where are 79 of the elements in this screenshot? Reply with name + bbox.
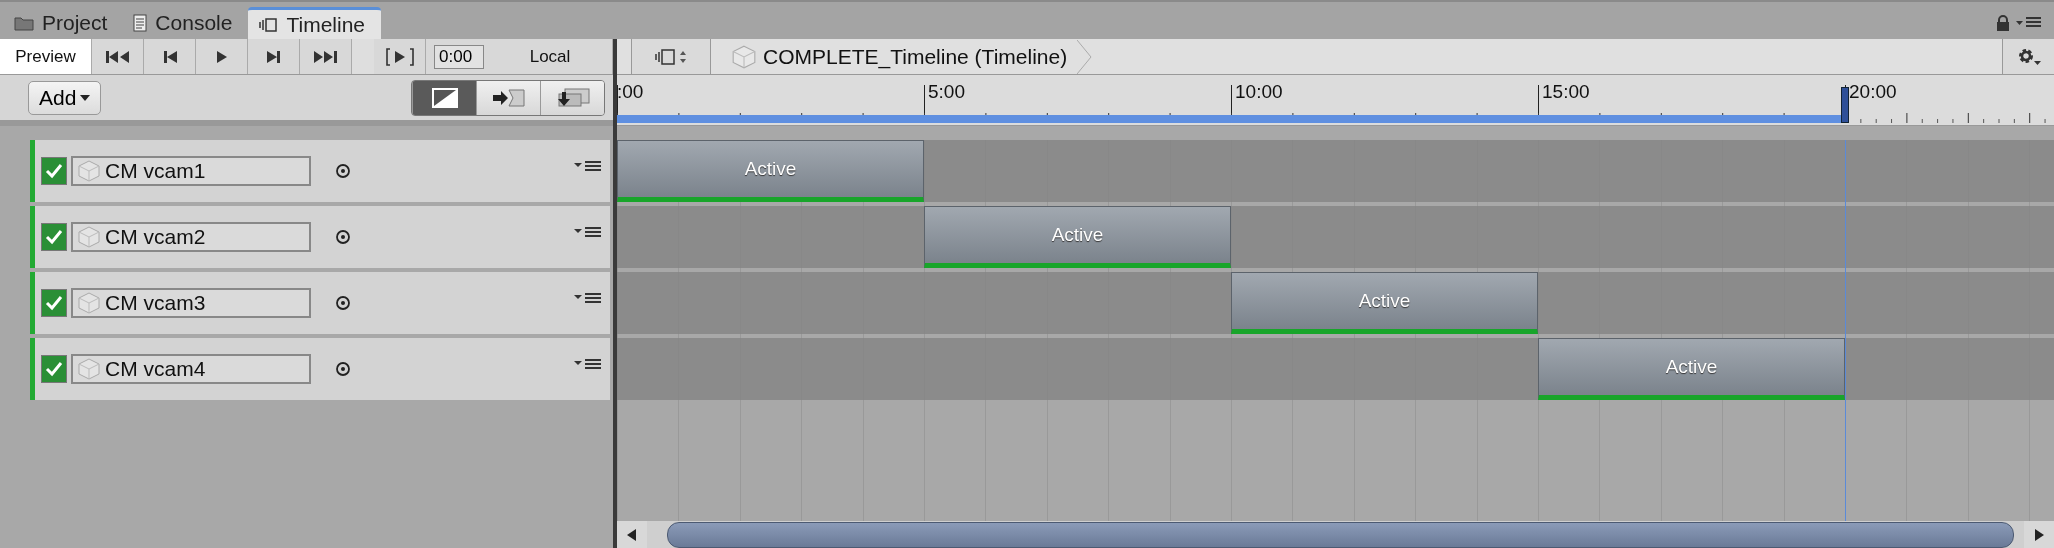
breadcrumb-text: COMPLETE_Timeline (Timeline): [763, 44, 1068, 69]
cube-icon: [731, 44, 757, 69]
curves-icon: [431, 87, 458, 108]
time-label: 5:00: [928, 81, 965, 103]
time-field[interactable]: 0:00: [434, 44, 484, 69]
time-label: 15:00: [1542, 81, 1590, 103]
menu-icon[interactable]: [2016, 15, 2042, 29]
cube-icon: [77, 226, 101, 248]
preview-button[interactable]: Preview: [0, 39, 92, 74]
time-label: :00: [617, 81, 644, 103]
track-checkbox[interactable]: [41, 355, 67, 383]
track-menu-icon[interactable]: [574, 160, 602, 174]
folder-icon: [14, 15, 34, 31]
track-header[interactable]: CM vcam3: [30, 272, 610, 334]
checkmark-icon: [45, 229, 63, 245]
track-header[interactable]: CM vcam4: [30, 338, 610, 400]
checkmark-icon: [45, 163, 63, 179]
play-icon: [215, 49, 228, 64]
add-button[interactable]: Add: [28, 80, 102, 115]
checkmark-icon: [45, 361, 63, 377]
timeline-icon: [653, 46, 689, 67]
play-range-button[interactable]: [374, 39, 426, 74]
object-field[interactable]: CM vcam1: [71, 156, 311, 186]
panel-tab[interactable]: Console: [123, 7, 249, 39]
scroll-left-button[interactable]: [617, 521, 647, 548]
stacked-boxes-icon: [555, 86, 590, 109]
track-header[interactable]: CM vcam2: [30, 206, 610, 268]
cube-icon: [77, 358, 101, 380]
next-frame-button[interactable]: [248, 39, 300, 74]
step-forward-icon: [265, 49, 282, 64]
skip-end-icon: [312, 49, 339, 64]
previous-frame-button[interactable]: [144, 39, 196, 74]
cube-icon: [77, 160, 101, 182]
time-ruler[interactable]: :00 5:00 10:00 15:00 20:00: [617, 75, 2054, 126]
timeline-icon: [258, 16, 279, 33]
time-label: 20:00: [1849, 81, 1897, 103]
lock-icon[interactable]: [1996, 15, 2010, 31]
object-field[interactable]: CM vcam3: [71, 288, 311, 318]
track-menu-icon[interactable]: [574, 292, 602, 306]
go-to-end-button[interactable]: [300, 39, 352, 74]
target-icon[interactable]: [335, 163, 351, 179]
track-checkbox[interactable]: [41, 157, 67, 185]
time-mode-button[interactable]: Local: [488, 39, 613, 74]
view-mode-button[interactable]: [412, 80, 476, 115]
scroll-right-button[interactable]: [2024, 521, 2054, 548]
track-header[interactable]: CM vcam1: [30, 140, 610, 202]
play-button[interactable]: [196, 39, 248, 74]
target-icon[interactable]: [335, 361, 351, 377]
target-icon[interactable]: [335, 229, 351, 245]
view-toggle-button[interactable]: [631, 39, 711, 74]
caret-icon: [80, 94, 91, 101]
checkmark-icon: [45, 295, 63, 311]
view-mode-button[interactable]: [476, 80, 540, 115]
track-checkbox[interactable]: [41, 289, 67, 317]
cube-icon: [77, 292, 101, 314]
track-menu-icon[interactable]: [574, 226, 602, 240]
scrollbar-thumb[interactable]: [667, 521, 2014, 548]
settings-button[interactable]: [2002, 39, 2054, 74]
step-back-icon: [161, 49, 178, 64]
panel-tab[interactable]: Project: [4, 7, 124, 39]
play-range-icon: [384, 46, 415, 67]
object-field[interactable]: CM vcam4: [71, 354, 311, 384]
left-arrow-icon: [627, 528, 637, 541]
object-name: CM vcam4: [105, 357, 206, 381]
go-to-start-button[interactable]: [92, 39, 144, 74]
object-name: CM vcam2: [105, 225, 206, 249]
right-arrow-icon: [2034, 528, 2044, 541]
view-mode-button[interactable]: [540, 80, 604, 115]
arrow-into-box-icon: [491, 87, 526, 108]
object-field[interactable]: CM vcam2: [71, 222, 311, 252]
target-icon[interactable]: [335, 295, 351, 311]
skip-start-icon: [104, 49, 131, 64]
object-name: CM vcam3: [105, 291, 206, 315]
time-label: 10:00: [1235, 81, 1283, 103]
document-icon: [133, 14, 148, 32]
track-menu-icon[interactable]: [574, 358, 602, 372]
panel-tab[interactable]: Timeline: [248, 7, 381, 39]
object-name: CM vcam1: [105, 159, 206, 183]
track-checkbox[interactable]: [41, 223, 67, 251]
